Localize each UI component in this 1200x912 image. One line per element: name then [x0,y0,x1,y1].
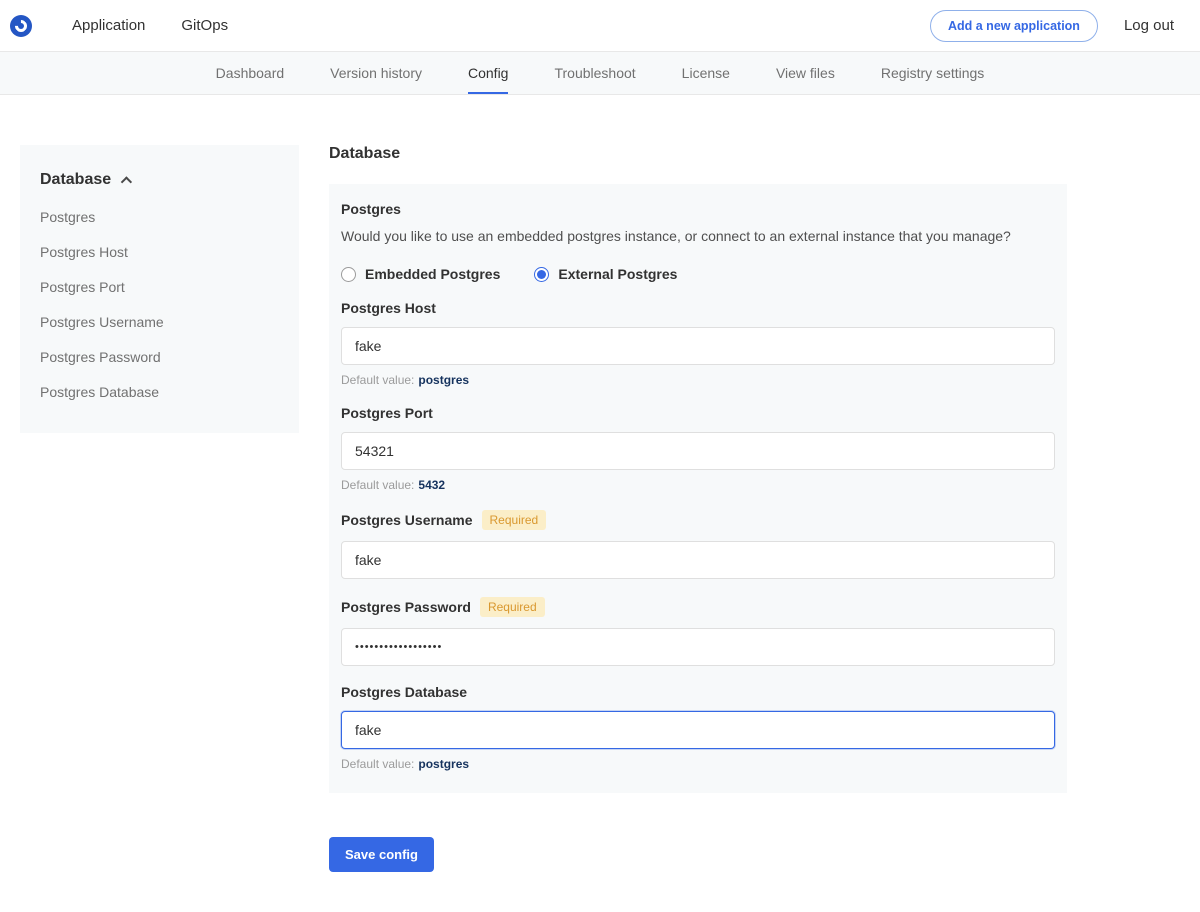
sidebar-group-database[interactable]: Database [40,171,279,189]
tab-license[interactable]: License [682,52,730,94]
radio-circle-unselected[interactable] [341,267,356,282]
database-config-panel: Postgres Would you like to use an embedd… [329,184,1067,793]
chevron-up-icon [121,176,132,187]
sidebar-item-postgres[interactable]: Postgres [40,209,279,225]
field-label-text: Postgres Host [341,300,436,316]
postgres-username-label: Postgres Username Required [341,510,1055,530]
postgres-mode-radio-group: Embedded Postgres External Postgres [341,266,1055,282]
replicated-logo-icon [10,15,32,37]
postgres-group-label: Postgres [341,201,1055,217]
page-title: Database [329,145,1067,163]
default-value: 5432 [418,478,445,492]
default-prefix: Default value: [341,478,414,492]
postgres-port-default: Default value: 5432 [341,478,1055,492]
postgres-password-input[interactable] [341,628,1055,666]
tab-gitops[interactable]: GitOps [181,17,228,34]
save-config-button[interactable]: Save config [329,837,434,872]
postgres-password-label: Postgres Password Required [341,597,1055,617]
config-main: Database Postgres Would you like to use … [329,145,1067,872]
tab-troubleshoot[interactable]: Troubleshoot [554,52,635,94]
field-label-text: Postgres Username [341,512,473,528]
subnav: Dashboard Version history Config Trouble… [0,52,1200,95]
tab-view-files[interactable]: View files [776,52,835,94]
field-label-text: Postgres Password [341,599,471,615]
default-prefix: Default value: [341,373,414,387]
field-label-text: Postgres Database [341,684,467,700]
required-badge: Required [482,510,547,530]
postgres-port-input[interactable] [341,432,1055,470]
tab-dashboard[interactable]: Dashboard [216,52,285,94]
field-label-text: Postgres Port [341,405,433,421]
header-right: Add a new application Log out [930,10,1174,42]
logout-button[interactable]: Log out [1124,17,1174,34]
default-prefix: Default value: [341,757,414,771]
postgres-database-label: Postgres Database [341,684,1055,700]
sidebar-item-postgres-host[interactable]: Postgres Host [40,244,279,260]
tab-version-history[interactable]: Version history [330,52,422,94]
radio-external-postgres[interactable]: External Postgres [534,266,677,282]
sidebar-items: Postgres Postgres Host Postgres Port Pos… [40,209,279,400]
radio-label: External Postgres [558,266,677,282]
content-area: Database Postgres Postgres Host Postgres… [0,95,1200,912]
postgres-host-label: Postgres Host [341,300,1055,316]
header-tabs: Application GitOps [72,17,228,34]
postgres-help-text: Would you like to use an embedded postgr… [341,226,1055,246]
tab-config[interactable]: Config [468,52,508,94]
default-value: postgres [418,757,469,771]
postgres-port-label: Postgres Port [341,405,1055,421]
tab-application[interactable]: Application [72,17,145,34]
required-badge: Required [480,597,545,617]
postgres-database-input[interactable] [341,711,1055,749]
config-sidebar: Database Postgres Postgres Host Postgres… [20,145,299,433]
postgres-host-input[interactable] [341,327,1055,365]
sidebar-item-postgres-username[interactable]: Postgres Username [40,314,279,330]
postgres-host-default: Default value: postgres [341,373,1055,387]
default-value: postgres [418,373,469,387]
postgres-username-input[interactable] [341,541,1055,579]
postgres-database-default: Default value: postgres [341,757,1055,771]
sidebar-item-postgres-database[interactable]: Postgres Database [40,384,279,400]
tab-registry-settings[interactable]: Registry settings [881,52,984,94]
top-header: Application GitOps Add a new application… [0,0,1200,52]
radio-label: Embedded Postgres [365,266,500,282]
add-application-button[interactable]: Add a new application [930,10,1098,42]
radio-embedded-postgres[interactable]: Embedded Postgres [341,266,500,282]
sidebar-item-postgres-port[interactable]: Postgres Port [40,279,279,295]
sidebar-group-label: Database [40,171,111,189]
radio-circle-selected[interactable] [534,267,549,282]
sidebar-item-postgres-password[interactable]: Postgres Password [40,349,279,365]
